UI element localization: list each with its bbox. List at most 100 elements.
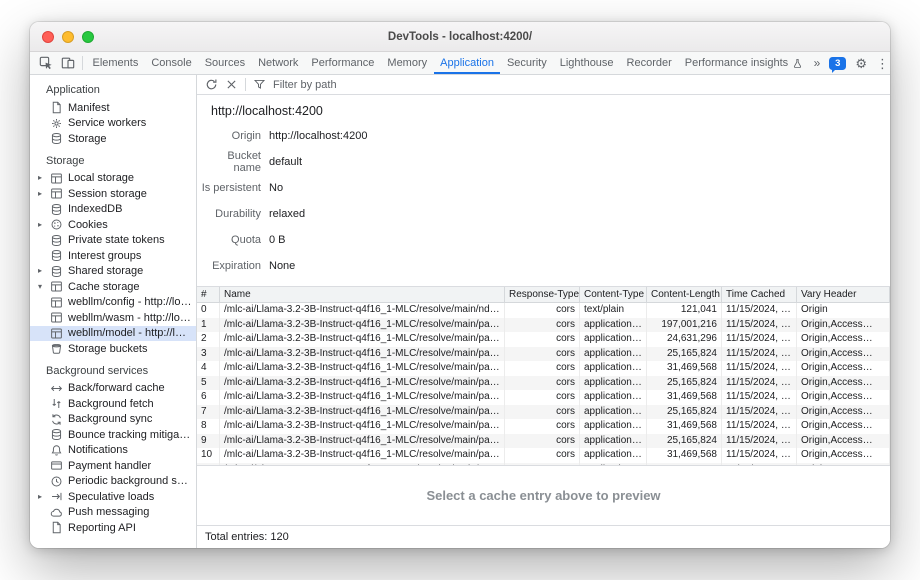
inspect-element-icon[interactable] [35,52,57,74]
sidebar-item-background-fetch[interactable]: Background fetch [30,396,196,412]
cell-index: 2 [197,332,220,347]
issues-badge[interactable]: 3 [829,57,846,70]
sidebar-item-local-storage[interactable]: ▸Local storage [30,171,196,187]
table-row[interactable]: 8 /mlc-ai/Llama-3.2-3B-Instruct-q4f16_1-… [197,419,890,434]
tab-lighthouse[interactable]: Lighthouse [553,52,620,74]
sidebar-item-speculative-loads[interactable]: ▸Speculative loads [30,489,196,505]
tab-security[interactable]: Security [500,52,553,74]
traffic-lights [30,31,94,43]
tab-recorder[interactable]: Recorder [620,52,678,74]
gear-icon [50,117,63,130]
disclosure-arrow-icon[interactable]: ▸ [38,267,50,275]
database-icon [50,249,63,262]
sidebar-item-webllm-model[interactable]: webllm/model - http://loca… [30,326,196,342]
sidebar-item-background-sync[interactable]: Background sync [30,412,196,428]
table-row[interactable]: 5 /mlc-ai/Llama-3.2-3B-Instruct-q4f16_1-… [197,376,890,391]
sidebar-item-shared-storage[interactable]: ▸ Shared storage [30,264,196,280]
sidebar-item-storage[interactable]: Storage [30,131,196,147]
tab-network[interactable]: Network [252,52,305,74]
sidebar-item-indexeddb[interactable]: IndexedDB [30,202,196,218]
tab-label: Elements [93,57,139,69]
tab-performance-insights[interactable]: Performance insights [678,52,809,74]
sidebar-item-webllm-wasm[interactable]: webllm/wasm - http://loca… [30,310,196,326]
cell-content-type: application/oc… [580,361,647,376]
table-row[interactable]: 6 /mlc-ai/Llama-3.2-3B-Instruct-q4f16_1-… [197,390,890,405]
sidebar-item-periodic-background-sync[interactable]: Periodic background sync [30,474,196,490]
cell-time-cached: 11/15/2024, 10… [722,347,797,362]
zoom-button[interactable] [82,31,94,43]
sidebar-item-session-storage[interactable]: ▸Session storage [30,186,196,202]
sidebar-item-reporting-api[interactable]: Reporting API [30,520,196,536]
sidebar-item-service-workers[interactable]: Service workers [30,116,196,132]
sidebar-item-interest-groups[interactable]: Interest groups [30,248,196,264]
table-row[interactable]: 0 /mlc-ai/Llama-3.2-3B-Instruct-q4f16_1-… [197,303,890,318]
delete-selected-icon[interactable] [225,78,238,91]
cell-vary-header: Origin [797,303,890,318]
sidebar-item-cache-storage[interactable]: ▾Cache storage [30,279,196,295]
sidebar-item-notifications[interactable]: Notifications [30,443,196,459]
sidebar-item-webllm-config[interactable]: webllm/config - http://loca… [30,295,196,311]
filter-input[interactable] [273,79,443,91]
disclosure-arrow-icon[interactable]: ▾ [38,283,50,291]
kebab-menu-icon[interactable]: ⋮ [876,57,889,70]
disclosure-arrow-icon[interactable]: ▸ [38,190,50,198]
sidebar-item-label: Back/forward cache [68,382,169,394]
sidebar-item-label: webllm/model - http://loca… [68,327,196,339]
sidebar-item-back-forward-cache[interactable]: Back/forward cache [30,381,196,397]
bell-icon [50,444,63,457]
column-header-response-type[interactable]: Response-Type [505,287,580,302]
tab-elements[interactable]: Elements [86,52,145,74]
sidebar-item-payment-handler[interactable]: Payment handler [30,458,196,474]
table-row[interactable]: 4 /mlc-ai/Llama-3.2-3B-Instruct-q4f16_1-… [197,361,890,376]
sidebar-item-manifest[interactable]: Manifest [30,100,196,116]
settings-gear-icon[interactable]: ⚙ [855,57,867,70]
tab-console[interactable]: Console [145,52,198,74]
cell-response-type: cors [505,390,580,405]
tab-application[interactable]: Application [434,52,501,74]
column-header-content-length[interactable]: Content-Length [647,287,722,302]
disclosure-arrow-icon[interactable]: ▸ [38,221,50,229]
detail-label: Bucket name [197,150,261,174]
up-down-arrows-icon [50,397,63,410]
table-body: 0 /mlc-ai/Llama-3.2-3B-Instruct-q4f16_1-… [197,303,890,466]
cell-content-type: application/oc… [580,376,647,391]
tab-sources[interactable]: Sources [198,52,251,74]
detail-value: relaxed [269,208,305,220]
refresh-icon[interactable] [205,78,218,91]
minimize-button[interactable] [62,31,74,43]
table-row[interactable]: 2 /mlc-ai/Llama-3.2-3B-Instruct-q4f16_1-… [197,332,890,347]
device-toolbar-icon[interactable] [57,52,79,74]
sidebar-item-label: Interest groups [68,250,145,262]
table-row[interactable]: 3 /mlc-ai/Llama-3.2-3B-Instruct-q4f16_1-… [197,347,890,362]
cell-content-length: 25,165,824 [647,347,722,362]
sidebar-item-label: Payment handler [68,460,155,472]
cell-time-cached: 11/15/2024, 10… [722,303,797,318]
sidebar-item-private-state-tokens[interactable]: Private state tokens [30,233,196,249]
tab-performance[interactable]: Performance [305,52,381,74]
table-row[interactable]: 7 /mlc-ai/Llama-3.2-3B-Instruct-q4f16_1-… [197,405,890,420]
sidebar-item-label: Periodic background sync [68,475,196,487]
sync-arrows-icon [50,413,63,426]
table-icon [50,187,63,200]
close-button[interactable] [42,31,54,43]
table-row[interactable]: 1 /mlc-ai/Llama-3.2-3B-Instruct-q4f16_1-… [197,318,890,333]
table-row[interactable]: 10 /mlc-ai/Llama-3.2-3B-Instruct-q4f16_1… [197,448,890,463]
sidebar-item-label: Shared storage [68,265,147,277]
sidebar-item-bounce-tracking-mitigations[interactable]: Bounce tracking mitigations [30,427,196,443]
column-header-content-type[interactable]: Content-Type [580,287,647,302]
sidebar-item-push-messaging[interactable]: Push messaging [30,505,196,521]
sidebar-item-cookies[interactable]: ▸Cookies [30,217,196,233]
more-tabs-icon[interactable]: » [814,57,821,69]
table-row[interactable]: 9 /mlc-ai/Llama-3.2-3B-Instruct-q4f16_1-… [197,434,890,449]
column-header-time-cached[interactable]: Time Cached [722,287,797,302]
disclosure-arrow-icon[interactable]: ▸ [38,493,50,501]
sidebar-item-storage-buckets[interactable]: Storage buckets [30,341,196,357]
disclosure-arrow-icon[interactable]: ▸ [38,174,50,182]
column-header-vary-header[interactable]: Vary Header [797,287,890,302]
sidebar-item-label: Reporting API [68,522,140,534]
tab-memory[interactable]: Memory [381,52,434,74]
cell-vary-header: Origin,Access… [797,361,890,376]
cell-vary-header: Origin,Access… [797,448,890,463]
column-header-name[interactable]: Name [220,287,505,302]
column-header-index[interactable]: # [197,287,220,302]
